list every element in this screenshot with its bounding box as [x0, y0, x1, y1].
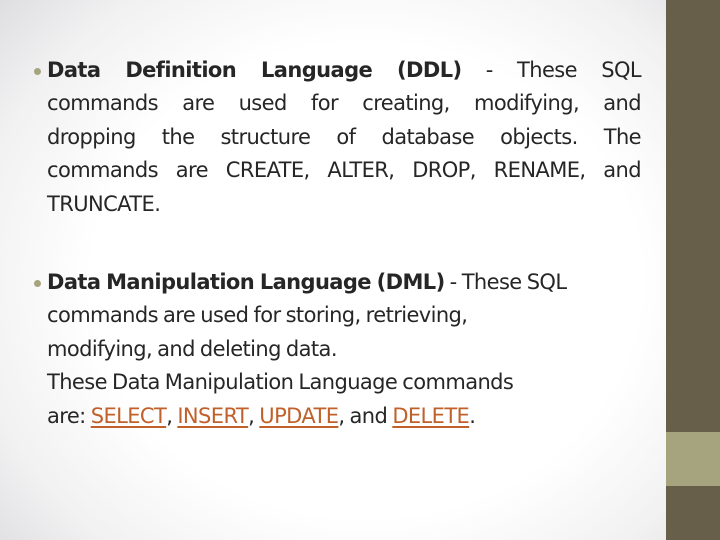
- separator: , and: [338, 403, 393, 428]
- ddl-line-3: dropping the structure of database objec…: [47, 124, 642, 149]
- dml-line-2: commands are used for storing, retrievin…: [47, 303, 468, 328]
- bullet-ddl: Data Definition Language (DDL) - These S…: [34, 54, 642, 221]
- bullet-dml: Data Manipulation Language (DML) - These…: [34, 266, 641, 433]
- slide-content-area: Data Definition Language (DDL) - These S…: [0, 0, 666, 540]
- link-update[interactable]: UPDATE: [259, 404, 339, 428]
- link-delete[interactable]: DELETE: [392, 404, 470, 428]
- ddl-line-2: commands are used for creating, modifyin…: [47, 91, 642, 116]
- sidebar-accent-band: [666, 432, 720, 486]
- ddl-line-5: TRUNCATE.: [47, 191, 161, 216]
- separator: ,: [166, 403, 178, 428]
- dml-line-1: Data Manipulation Language (DML) - These…: [47, 266, 641, 299]
- ddl-line-1: Data Definition Language (DDL) - These S…: [47, 54, 642, 87]
- period: .: [469, 403, 476, 428]
- dml-line-5-prefix: are:: [47, 403, 91, 428]
- link-select[interactable]: SELECT: [91, 404, 167, 428]
- decorative-sidebar: [666, 0, 720, 540]
- bullet-dot-icon: [34, 280, 41, 287]
- ddl-term: Data Definition Language (DDL): [47, 58, 462, 82]
- dml-line-1-rest: - These SQL: [444, 270, 567, 294]
- link-insert[interactable]: INSERT: [177, 404, 248, 428]
- dml-line-5: are: SELECT, INSERT, UPDATE, and DELETE.: [47, 400, 641, 433]
- dml-line-3: modifying, and deleting data.: [47, 336, 338, 361]
- bullet-dot-icon: [34, 68, 41, 75]
- dml-line-4: These Data Manipulation Language command…: [47, 370, 514, 395]
- ddl-line-4: commands are CREATE, ALTER, DROP, RENAME…: [47, 158, 642, 183]
- separator: ,: [248, 403, 260, 428]
- ddl-line-1-rest: - These SQL: [461, 58, 642, 82]
- dml-term: Data Manipulation Language (DML): [47, 270, 445, 294]
